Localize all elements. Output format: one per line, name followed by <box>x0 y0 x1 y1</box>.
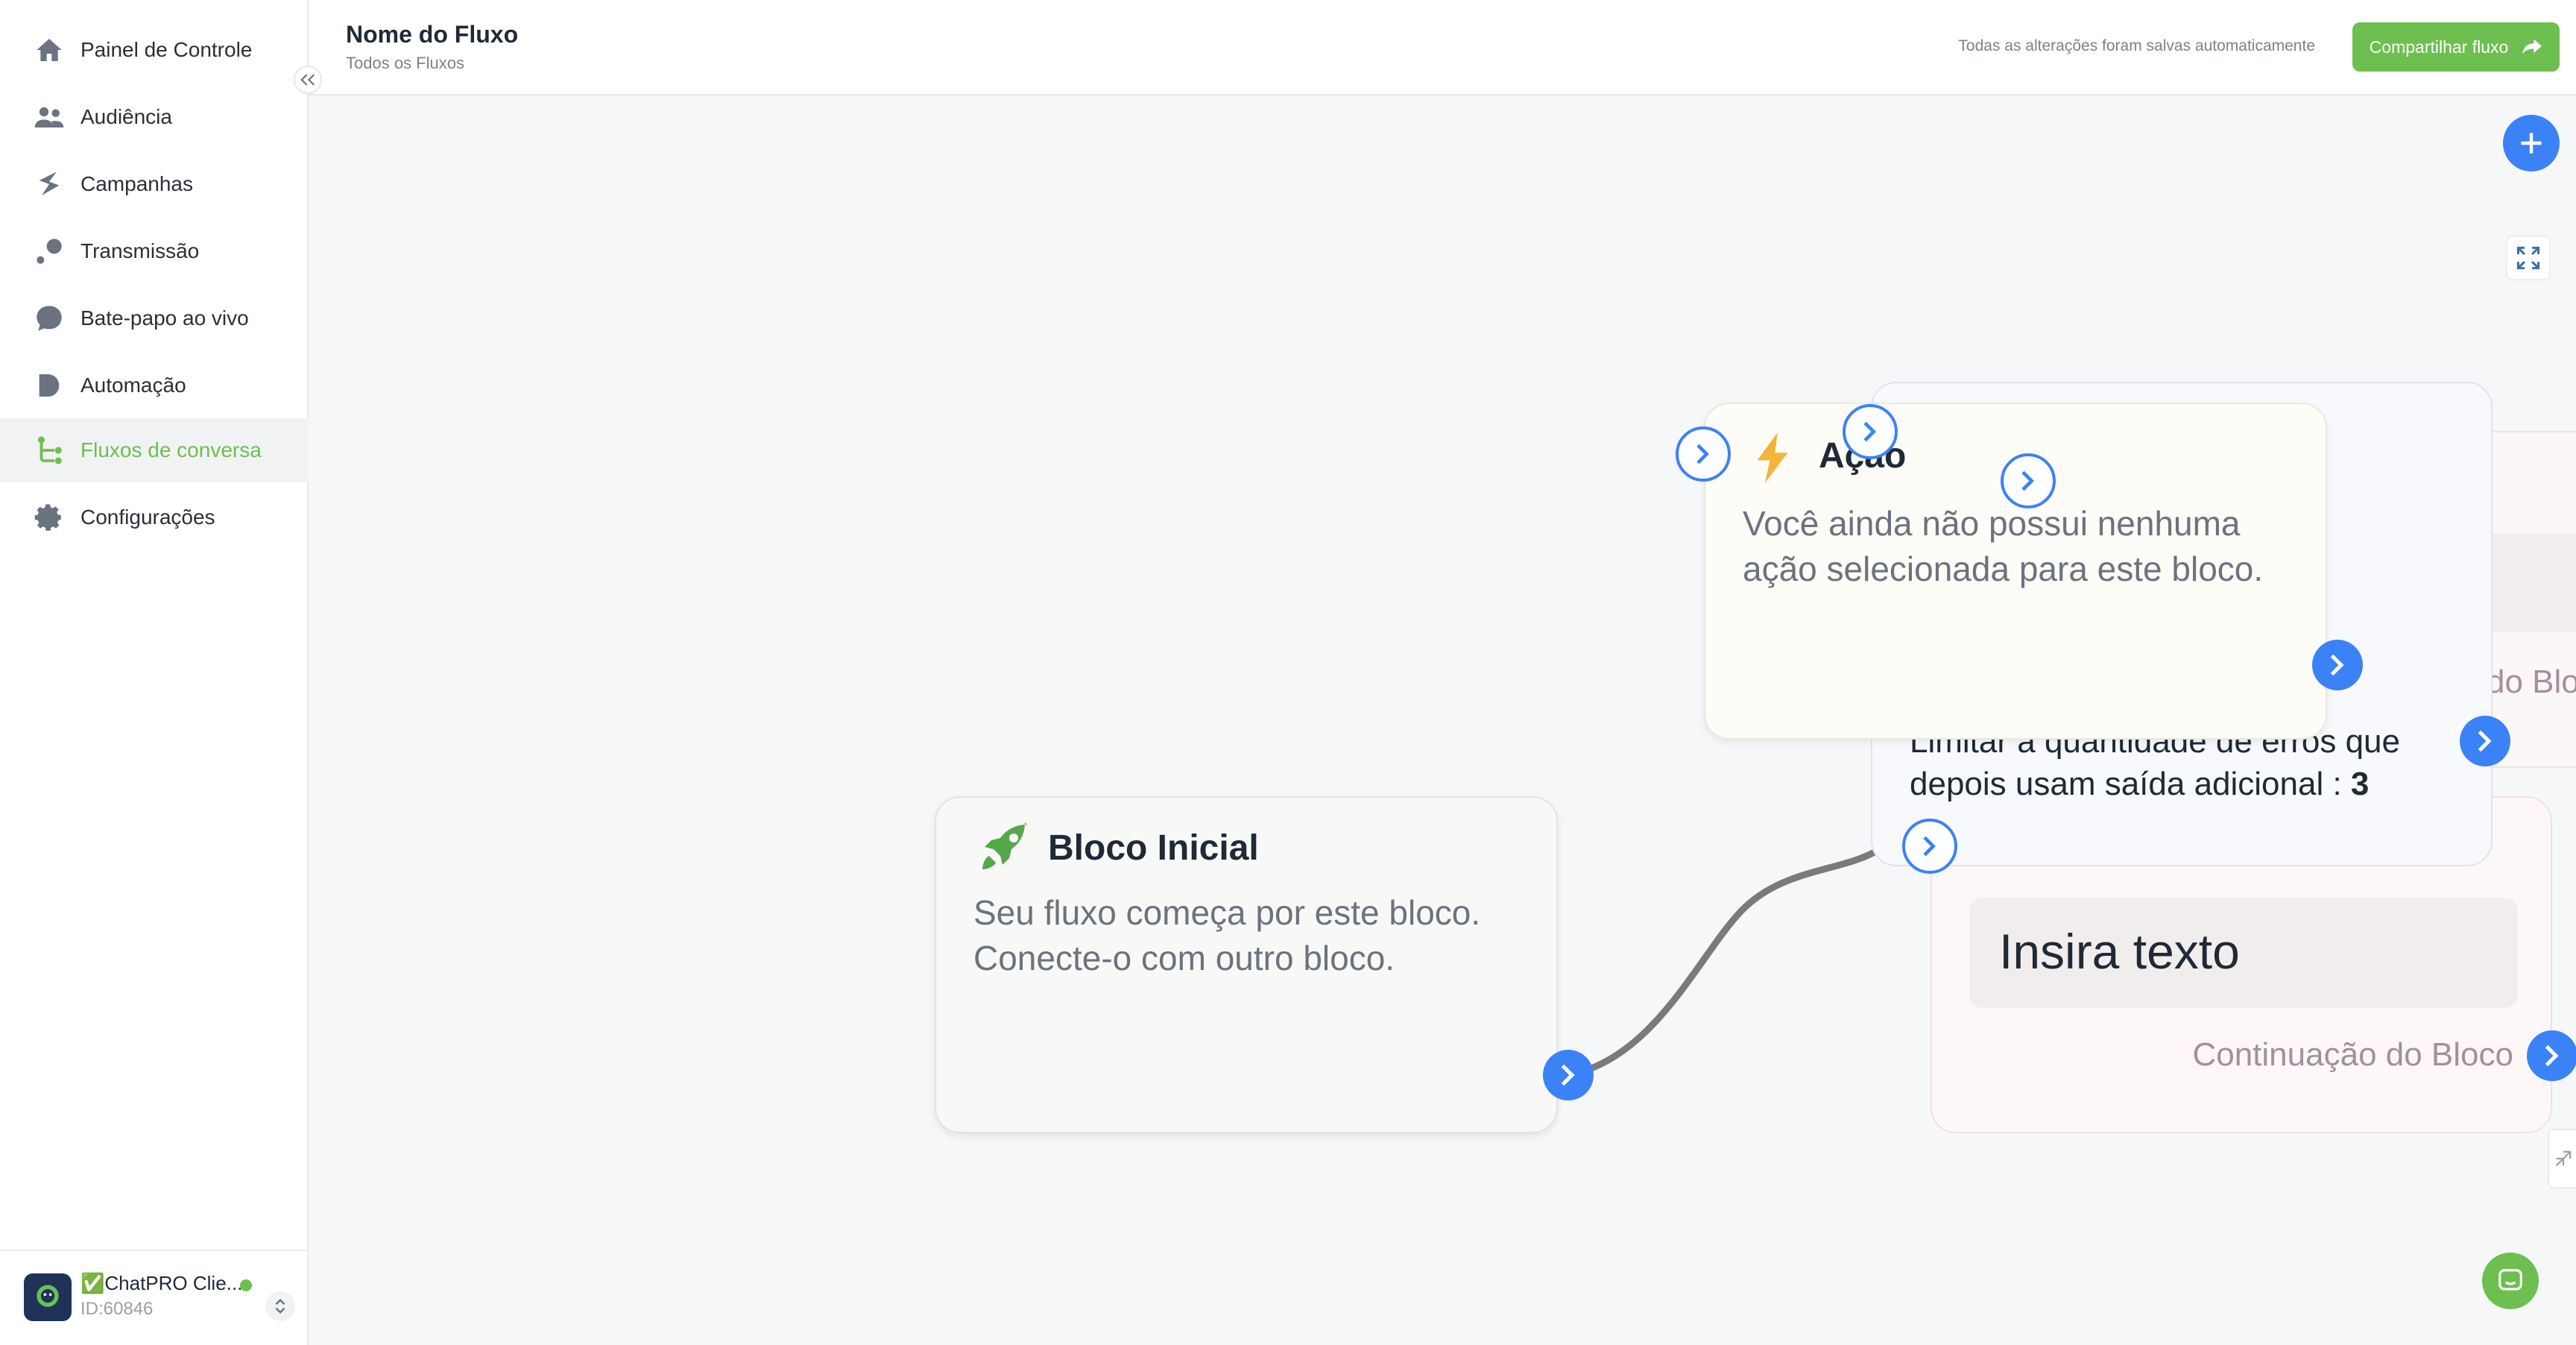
action-block[interactable]: Ação Você ainda não possui nenhuma ação … <box>1704 403 2327 740</box>
chevron-right-icon <box>2545 1045 2559 1067</box>
lightning-icon <box>1757 432 1788 483</box>
partial-block-continuation: do Blo <box>2487 664 2576 700</box>
collapse-sidebar-button[interactable] <box>294 66 322 94</box>
collapse-icon <box>2556 1150 2572 1166</box>
start-block-description: Seu fluxo começa por este bloco. Conecte… <box>973 893 1481 977</box>
support-chat-button[interactable] <box>2482 1253 2539 1309</box>
limit-block-input-handle[interactable] <box>1902 819 1957 874</box>
minimap-toggle[interactable] <box>2548 1129 2576 1188</box>
action-block-input-handle[interactable] <box>1676 426 1731 482</box>
chevron-right-icon <box>2330 654 2344 676</box>
chevron-right-icon <box>1696 444 1709 464</box>
expand-icon <box>2516 246 2540 270</box>
add-block-button[interactable] <box>2503 115 2560 171</box>
rocket-icon <box>982 822 1027 869</box>
start-block[interactable]: Bloco Inicial Seu fluxo começa por este … <box>935 796 1558 1133</box>
text-input-area[interactable]: Insira texto <box>1969 898 2518 1008</box>
text-block-output-handle[interactable] <box>2527 1030 2576 1081</box>
plus-icon <box>2521 133 2542 154</box>
block-continuation-label: Continuação do Bloco <box>2192 1036 2513 1073</box>
limit-block-output-handle[interactable] <box>2460 716 2510 766</box>
chevron-right-icon <box>2478 730 2492 752</box>
limit-errors-value: 3 <box>2350 766 2370 803</box>
chevron-right-icon <box>1561 1064 1575 1086</box>
chevron-right-icon <box>1863 421 1876 442</box>
start-block-title: Bloco Inicial <box>1048 828 1259 868</box>
action-block-output-handle[interactable] <box>2312 640 2363 690</box>
double-chevron-left-icon <box>300 74 315 86</box>
action-block-description: Você ainda não possui nenhuma ação selec… <box>1743 504 2264 588</box>
block-input-handle[interactable] <box>2001 453 2056 508</box>
block-input-handle[interactable] <box>1843 404 1898 459</box>
start-block-output-handle[interactable] <box>1543 1050 1594 1100</box>
chevron-right-icon <box>2021 470 2034 491</box>
fit-view-button[interactable] <box>2506 236 2551 280</box>
chevron-right-icon <box>1923 836 1936 857</box>
chat-icon <box>2498 1269 2522 1291</box>
text-input-placeholder: Insira texto <box>1999 924 2240 979</box>
